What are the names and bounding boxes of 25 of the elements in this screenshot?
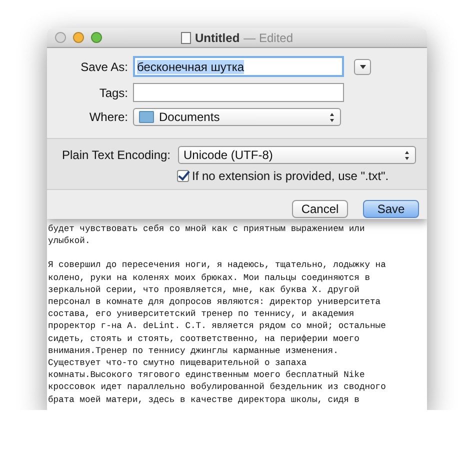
tags-label: Tags: [98, 86, 128, 100]
checkbox[interactable] [177, 170, 189, 182]
expand-button[interactable] [354, 58, 371, 74]
extension-option-label: If no extension is provided, use ".txt". [192, 169, 389, 183]
folder-icon [139, 111, 154, 123]
stepper-arrows-icon [404, 150, 410, 160]
encoding-label: Plain Text Encoding: [62, 148, 171, 162]
encoding-popup[interactable]: Unicode (UTF-8) [178, 146, 416, 164]
save-as-label: Save As: [80, 60, 128, 74]
dialog-button[interactable]: Cancel [292, 200, 348, 218]
where-label: Where: [88, 110, 128, 124]
paragraph: Я совершил до пересечения ноги, я надеюсь, тщательно, лодыжку на колено, руки на коленях моих брюках. Мои пальцы соединяются в зеркальной серии, что проявляется, мне, как буква X. другой персонал в комнате для допросов являются: директор университета состава, его университетский тренер по теннису, и академия проректор г-на A. deLint. C.T. является рядом со мной; остальные сидеть, стоять и стоять, соответственно, на периферии моего внимания.Тренер по теннису джинглы карманные изменения. Существует что-то смутно пищеварительной о запаха комнаты.Высокого тягового единственным моего бесплатный Nike кроссовок идет параллельно вобулированной бездельник из сводного брата моей матери, здесь в качестве директора школы, сидя в [48, 259, 387, 406]
stepper-arrows-icon [330, 112, 335, 122]
caret-icon [360, 64, 366, 68]
minimize-button[interactable] [73, 32, 84, 43]
document-icon [180, 32, 191, 44]
close-button[interactable] [55, 32, 66, 43]
dialog-button[interactable]: Save [363, 200, 419, 218]
file-name-field[interactable]: бесконечная шутка [133, 56, 344, 77]
tags-field[interactable] [133, 83, 344, 102]
window-title: Untitled [194, 30, 240, 44]
edited-status: — Edited [244, 30, 294, 44]
paragraph: будет чувствовать себя со мной как с приятным выражением или улыбкой. [48, 223, 366, 248]
location-popup[interactable]: Documents [133, 108, 341, 126]
zoom-button[interactable] [91, 32, 102, 43]
